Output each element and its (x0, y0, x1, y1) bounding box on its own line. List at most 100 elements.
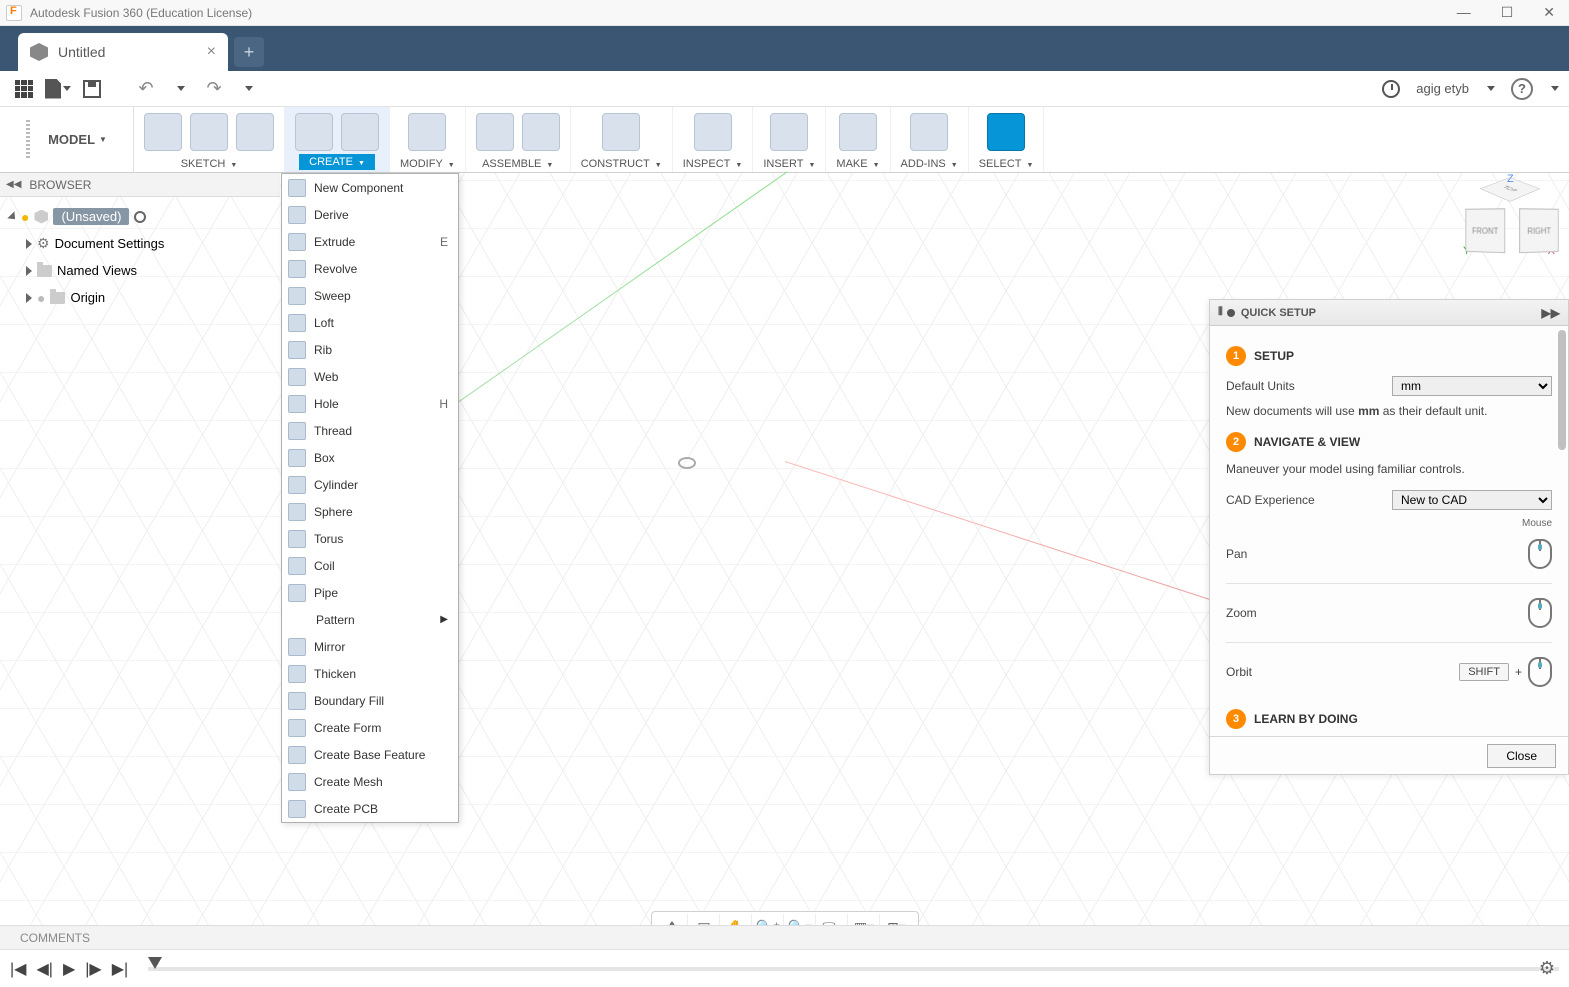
cad-experience-select[interactable]: New to CAD (1392, 490, 1552, 510)
menu-item-boundary-fill[interactable]: Boundary Fill (282, 687, 458, 714)
menu-item-thread[interactable]: Thread (282, 417, 458, 444)
activate-radio-icon[interactable] (134, 211, 146, 223)
quick-setup-close-button[interactable]: Close (1487, 744, 1556, 768)
menu-item-mirror[interactable]: Mirror (282, 633, 458, 660)
maximize-button[interactable]: ☐ (1501, 4, 1514, 21)
expand-arrow-icon[interactable] (26, 293, 32, 303)
menu-item-coil[interactable]: Coil (282, 552, 458, 579)
viewcube-right-face[interactable]: RIGHT (1519, 208, 1559, 253)
help-button[interactable]: ? (1511, 78, 1533, 100)
ribbon-group-label[interactable]: MODIFY (400, 158, 455, 170)
redo-dropdown[interactable] (234, 75, 262, 103)
timeline-track[interactable] (148, 967, 1559, 971)
save-button[interactable] (78, 75, 106, 103)
ribbon-group-add-ins[interactable]: ADD-INS (891, 107, 969, 172)
menu-item-revolve[interactable]: Revolve (282, 255, 458, 282)
menu-item-create-pcb[interactable]: Create PCB (282, 795, 458, 822)
menu-item-loft[interactable]: Loft (282, 309, 458, 336)
ribbon-tool-icon[interactable] (190, 113, 228, 151)
viewcube-front-face[interactable]: FRONT (1465, 208, 1505, 253)
file-menu-button[interactable] (44, 75, 72, 103)
redo-button[interactable]: ↷ (200, 75, 228, 103)
menu-item-web[interactable]: Web (282, 363, 458, 390)
document-tab[interactable]: Untitled × (18, 33, 228, 71)
ribbon-tool-icon[interactable] (295, 113, 333, 151)
expand-arrow-icon[interactable] (26, 239, 32, 249)
job-status-icon[interactable] (1382, 80, 1400, 98)
quick-setup-header[interactable]: ⦀ QUICK SETUP ▶▶ (1210, 300, 1568, 326)
expand-arrow-icon[interactable] (26, 266, 32, 276)
visibility-bulb-icon[interactable]: ● (21, 209, 29, 225)
ribbon-tool-icon[interactable] (236, 113, 274, 151)
ribbon-tool-icon[interactable] (408, 113, 446, 151)
ribbon-group-insert[interactable]: INSERT (753, 107, 826, 172)
menu-item-box[interactable]: Box (282, 444, 458, 471)
ribbon-group-label[interactable]: ADD-INS (901, 158, 958, 170)
menu-item-create-form[interactable]: Create Form (282, 714, 458, 741)
ribbon-tool-icon[interactable] (476, 113, 514, 151)
undo-dropdown[interactable] (166, 75, 194, 103)
comments-bar[interactable]: COMMENTS (0, 925, 1569, 949)
ribbon-group-create[interactable]: CREATE (285, 107, 390, 172)
ribbon-group-label[interactable]: SKETCH (181, 158, 238, 170)
data-panel-button[interactable] (10, 75, 38, 103)
ribbon-group-sketch[interactable]: SKETCH (134, 107, 285, 172)
visibility-bulb-icon[interactable]: ● (37, 290, 45, 306)
menu-item-create-base-feature[interactable]: Create Base Feature (282, 741, 458, 768)
ribbon-tool-icon[interactable] (770, 113, 808, 151)
ribbon-tool-icon[interactable] (144, 113, 182, 151)
ribbon-group-inspect[interactable]: INSPECT (673, 107, 754, 172)
ribbon-group-modify[interactable]: MODIFY (390, 107, 466, 172)
tree-item-origin[interactable]: ● Origin (4, 284, 276, 311)
workspace-switcher[interactable]: MODEL ▼ (0, 107, 134, 172)
menu-item-sphere[interactable]: Sphere (282, 498, 458, 525)
menu-item-rib[interactable]: Rib (282, 336, 458, 363)
menu-item-pattern[interactable]: Pattern▶ (282, 606, 458, 633)
ribbon-group-label[interactable]: ASSEMBLE (482, 158, 553, 170)
ribbon-group-label[interactable]: INSERT (763, 158, 815, 170)
menu-item-derive[interactable]: Derive (282, 201, 458, 228)
expand-arrow-icon[interactable] (7, 211, 18, 222)
close-tab-button[interactable]: × (207, 43, 216, 61)
ribbon-tool-icon[interactable] (910, 113, 948, 151)
tree-item-document-settings[interactable]: ⚙ Document Settings (4, 230, 276, 257)
ribbon-group-label[interactable]: CONSTRUCT (581, 158, 662, 170)
expand-panel-icon[interactable]: ▶▶ (1542, 306, 1560, 320)
menu-item-extrude[interactable]: ExtrudeE (282, 228, 458, 255)
default-units-select[interactable]: mm (1392, 376, 1552, 396)
timeline-play-button[interactable]: ▶ (63, 959, 75, 979)
menu-item-pipe[interactable]: Pipe (282, 579, 458, 606)
ribbon-tool-icon[interactable] (839, 113, 877, 151)
minimize-button[interactable]: — (1457, 4, 1471, 21)
new-tab-button[interactable]: + (234, 37, 264, 67)
ribbon-tool-icon[interactable] (602, 113, 640, 151)
menu-item-torus[interactable]: Torus (282, 525, 458, 552)
ribbon-group-make[interactable]: MAKE (826, 107, 890, 172)
menu-item-new-component[interactable]: New Component (282, 174, 458, 201)
collapse-browser-icon[interactable]: ◀◀ (6, 179, 21, 190)
timeline-settings-button[interactable]: ⚙ (1539, 958, 1555, 979)
user-menu[interactable]: agig etyb (1416, 81, 1469, 96)
undo-button[interactable]: ↶ (132, 75, 160, 103)
timeline-prev-button[interactable]: ◀| (36, 959, 52, 979)
tree-item-named-views[interactable]: Named Views (4, 257, 276, 284)
ribbon-tool-icon[interactable] (987, 113, 1025, 151)
ribbon-tool-icon[interactable] (694, 113, 732, 151)
timeline-marker[interactable] (148, 957, 162, 969)
ribbon-group-label[interactable]: INSPECT (683, 158, 743, 170)
canvas-area[interactable]: ◀◀ BROWSER ● (Unsaved) ⚙ Document Settin… (0, 173, 1569, 949)
tree-root[interactable]: ● (Unsaved) (4, 203, 276, 230)
menu-item-hole[interactable]: HoleH (282, 390, 458, 417)
menu-item-cylinder[interactable]: Cylinder (282, 471, 458, 498)
close-window-button[interactable]: ✕ (1543, 4, 1555, 21)
ribbon-group-label[interactable]: SELECT (979, 158, 1034, 170)
menu-item-sweep[interactable]: Sweep (282, 282, 458, 309)
ribbon-group-label[interactable]: CREATE (299, 154, 375, 170)
timeline-next-button[interactable]: |▶ (85, 959, 101, 979)
timeline-start-button[interactable]: |◀ (10, 959, 26, 979)
ribbon-tool-icon[interactable] (341, 113, 379, 151)
ribbon-group-construct[interactable]: CONSTRUCT (571, 107, 673, 172)
timeline-end-button[interactable]: ▶| (112, 959, 128, 979)
menu-item-thicken[interactable]: Thicken (282, 660, 458, 687)
ribbon-group-select[interactable]: SELECT (969, 107, 1045, 172)
